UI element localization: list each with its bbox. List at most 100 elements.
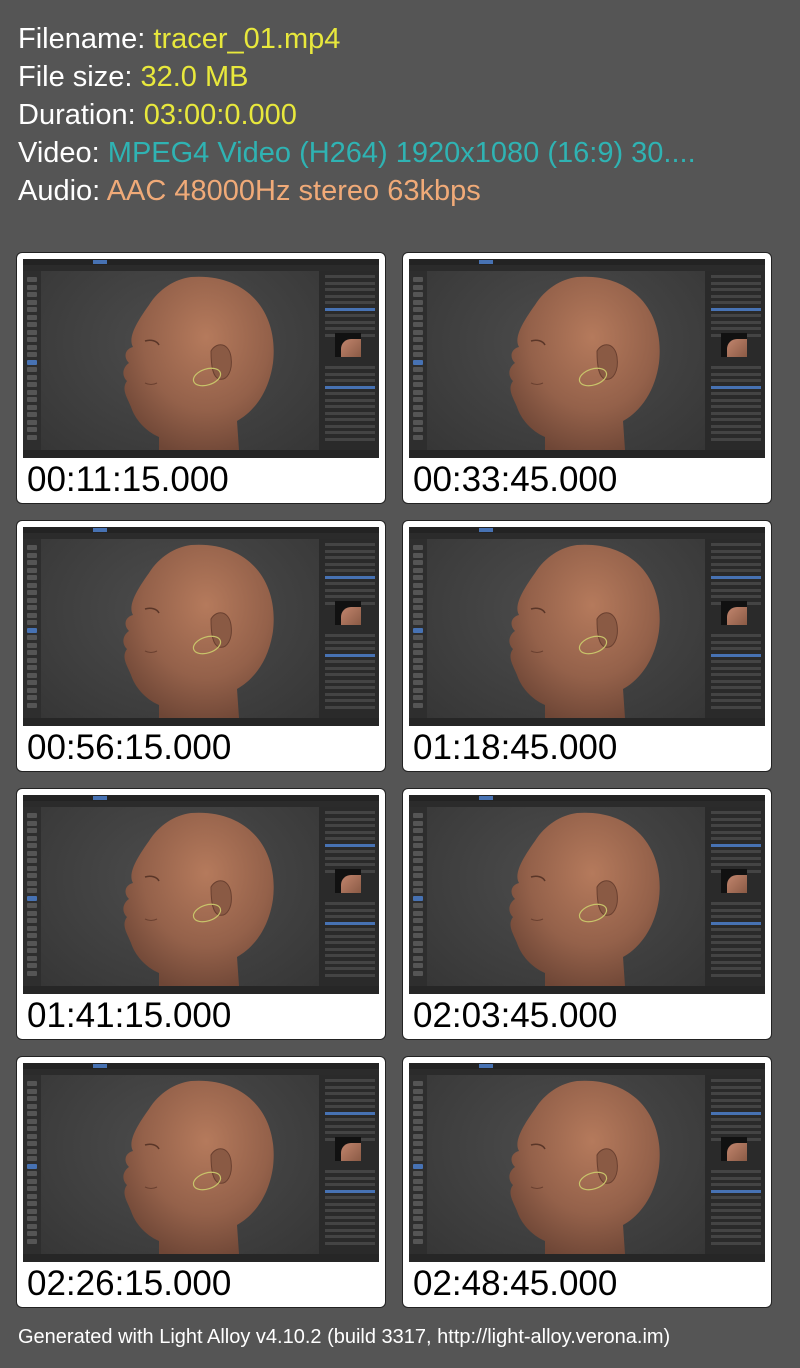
tool-button [413, 1201, 423, 1206]
video-value: MPEG4 Video (H264) 1920x1080 (16:9) 30..… [107, 137, 696, 169]
panel-row [325, 1183, 375, 1186]
properties-panel [705, 807, 765, 986]
audio-value: AAC 48000Hz stereo 63kbps [106, 175, 481, 207]
panel-row [325, 288, 375, 291]
tool-button [413, 1208, 423, 1214]
panel-row [325, 562, 375, 566]
status-bar [23, 1254, 379, 1262]
3d-viewport [41, 1075, 319, 1254]
tool-button [413, 590, 423, 595]
panel-row [711, 947, 761, 951]
panel-row [325, 837, 375, 840]
tool-button [27, 427, 37, 432]
tool-button [413, 910, 423, 916]
panel-row [711, 692, 761, 696]
3d-viewport [427, 807, 705, 986]
tool-button [27, 695, 37, 700]
tool-button [27, 1223, 37, 1229]
tool-button [27, 1118, 37, 1124]
panel-row [325, 1222, 375, 1225]
duration-label: Duration: [18, 99, 136, 131]
3d-viewport [41, 539, 319, 718]
tool-button [413, 850, 423, 856]
tool-button [413, 560, 423, 565]
panel-row [325, 385, 375, 389]
panel-row [325, 372, 375, 376]
panel-row [711, 549, 761, 553]
panel-row [325, 549, 375, 553]
panel-row [711, 686, 761, 689]
3d-viewport [41, 807, 319, 986]
panel-row [711, 1202, 761, 1206]
panel-row [325, 640, 375, 644]
properties-panel [319, 807, 379, 986]
panel-row [711, 301, 761, 304]
tool-button [413, 843, 423, 848]
panel-row [325, 824, 375, 827]
material-preview [721, 1137, 747, 1161]
panel-row [325, 679, 375, 683]
panel-row [325, 392, 375, 395]
panel-row [325, 850, 375, 853]
tool-button [27, 292, 37, 297]
material-preview [335, 333, 361, 357]
tool-button [413, 963, 423, 968]
tool-button [413, 1223, 423, 1229]
panel-row [711, 582, 761, 585]
material-preview [721, 333, 747, 357]
head-model-image [123, 1080, 274, 1254]
thumbnail-card: 00:11:15.000 [16, 252, 386, 504]
tool-button [27, 843, 37, 848]
panel-row [711, 307, 761, 311]
panel-row [711, 1111, 761, 1115]
filesize-label: File size: [18, 61, 133, 93]
tool-button [413, 337, 423, 342]
material-preview [335, 601, 361, 625]
panel-row [325, 1079, 375, 1082]
panel-row [325, 569, 375, 572]
tool-button [27, 404, 37, 410]
tool-button [27, 1201, 37, 1206]
panel-row [325, 947, 375, 951]
thumbnail-card: 00:33:45.000 [402, 252, 772, 504]
tool-button [27, 835, 37, 841]
panel-row [711, 1196, 761, 1199]
tool-button [413, 277, 423, 282]
tool-button [27, 970, 37, 976]
tool-button [413, 404, 423, 410]
tool-button [413, 828, 423, 833]
3d-viewport [41, 271, 319, 450]
tool-button [27, 374, 37, 380]
duration-line: Duration: 03:00:0.000 [18, 96, 696, 134]
panel-row [325, 543, 375, 546]
thumbnail-timestamp: 00:56:15.000 [27, 728, 232, 767]
tool-button [413, 575, 423, 580]
panel-row [711, 437, 761, 441]
panel-row [325, 863, 375, 866]
status-bar [23, 986, 379, 994]
panel-row [711, 699, 761, 702]
tool-button [27, 582, 37, 588]
panel-row [325, 1118, 375, 1121]
panel-row [711, 863, 761, 866]
video-frame [23, 527, 379, 726]
panel-row [711, 647, 761, 650]
properties-panel [705, 539, 765, 718]
filename-value: tracer_01.mp4 [153, 23, 341, 55]
panel-row [325, 1189, 375, 1193]
tool-button [27, 933, 37, 938]
tool-button [413, 620, 423, 625]
panel-row [711, 575, 761, 579]
tool-button [27, 813, 37, 818]
panel-row [711, 595, 761, 598]
panel-row [711, 1235, 761, 1238]
tool-button [413, 612, 423, 618]
tool-button [413, 1118, 423, 1124]
tool-sidebar [23, 539, 41, 718]
tool-button [413, 344, 423, 350]
tool-button [413, 1216, 423, 1221]
tool-button [413, 434, 423, 440]
panel-row [711, 411, 761, 415]
panel-row [711, 366, 761, 369]
tool-button [27, 620, 37, 625]
